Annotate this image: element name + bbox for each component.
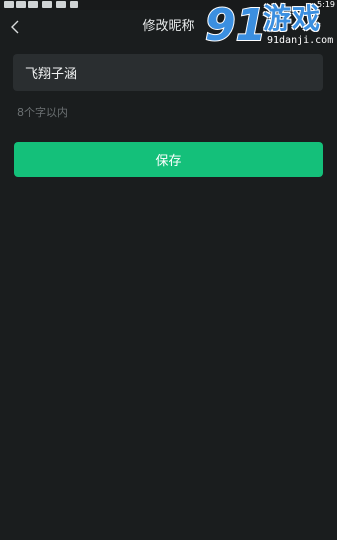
notification-icon — [56, 1, 66, 8]
nickname-field[interactable] — [13, 54, 323, 91]
notification-icon — [4, 1, 14, 8]
svg-text:91: 91 — [205, 0, 265, 48]
watermark-url: 91danji.com — [267, 35, 334, 46]
save-button[interactable]: 保存 — [14, 142, 323, 177]
nickname-input[interactable] — [25, 65, 311, 80]
nickname-hint: 8个字以内 — [17, 106, 68, 119]
notification-icon — [42, 1, 52, 8]
notification-icon — [28, 1, 38, 8]
notification-icon — [16, 1, 26, 8]
watermark-brand: 游戏 — [263, 2, 322, 35]
watermark: 91 游戏 91danji.com — [201, 0, 335, 48]
watermark-logo: 91 — [204, 0, 265, 48]
notification-icon — [70, 1, 78, 8]
